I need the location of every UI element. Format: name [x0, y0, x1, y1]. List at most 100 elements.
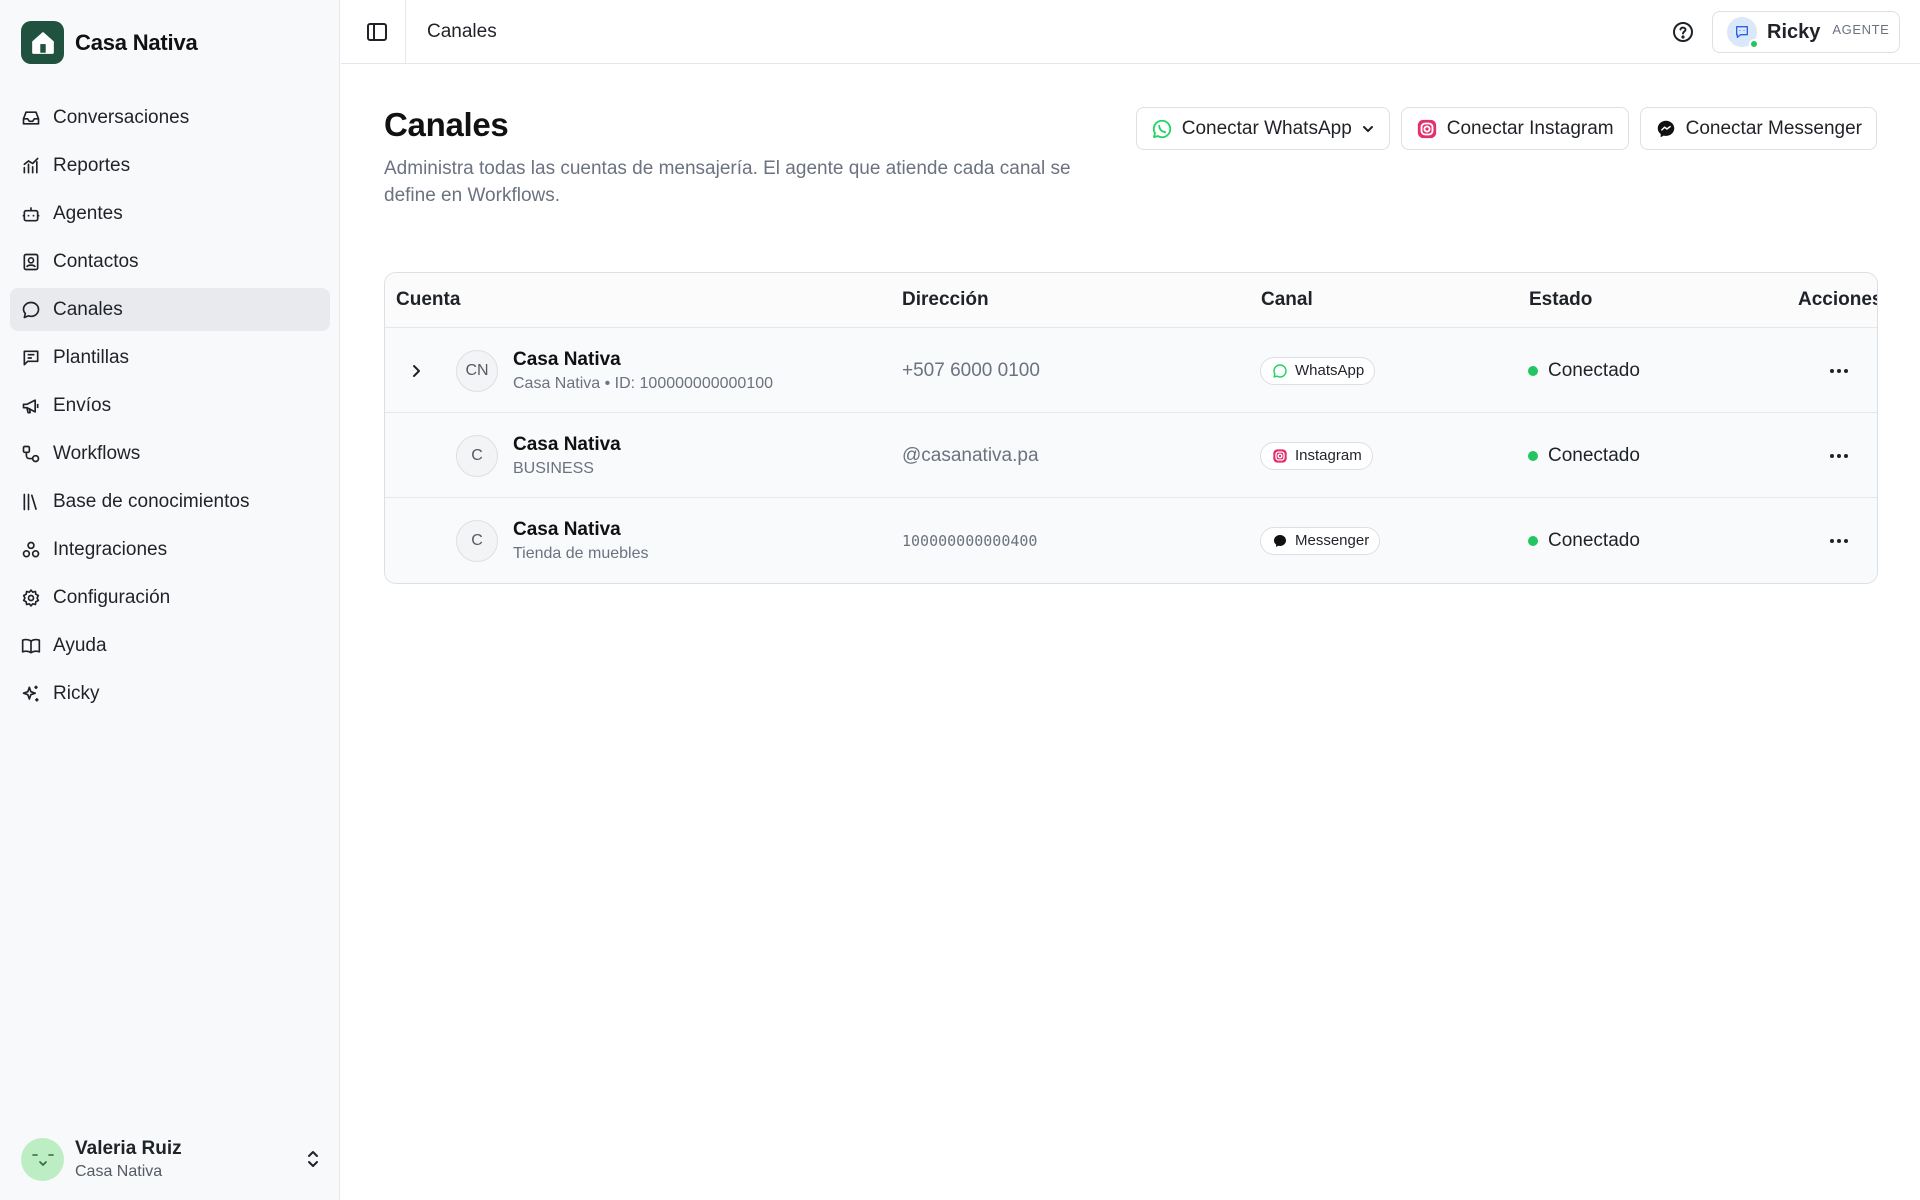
account-avatar: C — [456, 498, 498, 583]
channel-label: Messenger — [1295, 532, 1370, 549]
sidebar: Casa Nativa Conversaciones Reportes Agen… — [0, 0, 340, 1200]
channel-cell: WhatsApp — [1260, 328, 1376, 413]
topbar-divider — [405, 0, 406, 64]
instagram-icon — [1273, 448, 1287, 463]
book-icon — [21, 638, 41, 653]
channel-badge: Messenger — [1260, 526, 1381, 555]
user-menu[interactable]: Valeria Ruiz Casa Nativa — [21, 1135, 321, 1183]
connect-messenger-label: Conectar Messenger — [1685, 117, 1862, 139]
account-avatar: CN — [456, 328, 498, 413]
account-address: @casanativa.pa — [902, 444, 1039, 466]
connect-whatsapp-button[interactable]: Conectar WhatsApp — [1135, 107, 1390, 150]
sidebar-item-canales[interactable]: Canales — [10, 288, 330, 331]
sidebar-item-label: Configuración — [53, 586, 171, 608]
header-canal[interactable]: Canal — [1261, 289, 1313, 311]
page-title: Canales — [384, 106, 509, 143]
status-cell: Conectado — [1528, 413, 1640, 498]
status-dot — [1528, 365, 1538, 376]
avatar — [21, 1137, 64, 1181]
gear-icon — [22, 588, 40, 607]
sidebar-item-label: Workflows — [53, 442, 141, 464]
agent-role: AGENTE — [1832, 21, 1890, 37]
home-icon — [21, 21, 64, 64]
header-direccion[interactable]: Dirección — [902, 289, 989, 311]
sidebar-item-label: Canales — [53, 298, 123, 320]
sidebar-item-label: Ricky — [53, 682, 100, 704]
account-name: Casa Nativa — [513, 518, 621, 540]
sparkles-icon — [22, 685, 39, 701]
row-actions-button[interactable] — [1829, 498, 1849, 583]
sidebar-item-label: Envíos — [53, 394, 112, 416]
table-row[interactable]: C Casa Nativa Tienda de muebles 10000000… — [385, 498, 1877, 583]
account-name: Casa Nativa — [513, 348, 621, 370]
table-row[interactable]: CN Casa Nativa Casa Nativa • ID: 1000000… — [385, 328, 1877, 413]
sidebar-item-ricky[interactable]: Ricky — [10, 672, 330, 715]
sidebar-item-agentes[interactable]: Agentes — [10, 192, 330, 235]
channel-badge: WhatsApp — [1260, 356, 1376, 385]
sidebar-item-contactos[interactable]: Contactos — [10, 240, 330, 283]
row-actions-button[interactable] — [1829, 413, 1849, 498]
agent-name: Ricky — [1767, 20, 1821, 43]
template-icon — [23, 350, 39, 365]
sidebar-item-conversaciones[interactable]: Conversaciones — [10, 96, 330, 139]
sidebar-item-workflows[interactable]: Workflows — [10, 432, 330, 475]
table-header: Cuenta Dirección Canal Estado Acciones — [385, 273, 1877, 328]
messenger-icon — [1657, 120, 1674, 137]
sidebar-item-base-de-conocimientos[interactable]: Base de conocimientos — [10, 480, 330, 523]
help-icon[interactable] — [1671, 20, 1695, 44]
sidebar-item-envios[interactable]: Envíos — [10, 384, 330, 427]
connect-messenger-button[interactable]: Conectar Messenger — [1639, 107, 1877, 150]
sidebar-item-label: Plantillas — [53, 346, 130, 368]
account-avatar: C — [456, 413, 498, 498]
channel-cell: Instagram — [1260, 413, 1373, 498]
inbox-icon — [22, 110, 40, 125]
account-address: 100000000000400 — [902, 531, 1038, 550]
connect-instagram-button[interactable]: Conectar Instagram — [1400, 107, 1629, 150]
instagram-icon — [1417, 119, 1436, 138]
connect-instagram-label: Conectar Instagram — [1446, 117, 1614, 139]
status-cell: Conectado — [1528, 498, 1640, 583]
agent-switcher[interactable]: Ricky AGENTE — [1712, 11, 1900, 53]
brand[interactable]: Casa Nativa — [21, 21, 198, 64]
header-acciones: Acciones — [1798, 289, 1878, 310]
table-row[interactable]: C Casa Nativa BUSINESS @casanativa.pa In… — [385, 413, 1877, 498]
status-badge: Conectado — [1548, 444, 1640, 466]
chevron-up-down-icon[interactable] — [305, 1149, 321, 1169]
channel-badge: Instagram — [1260, 441, 1373, 470]
chat-bubble-icon — [22, 301, 40, 318]
workflow-icon — [22, 445, 40, 462]
sidebar-item-integraciones[interactable]: Integraciones — [10, 528, 330, 571]
sidebar-toggle-icon[interactable] — [365, 20, 389, 44]
sidebar-item-label: Contactos — [53, 250, 139, 272]
header-estado[interactable]: Estado — [1529, 289, 1592, 311]
sidebar-item-label: Ayuda — [53, 634, 107, 656]
chevron-right-icon — [413, 364, 420, 377]
status-dot — [1528, 450, 1538, 461]
whatsapp-icon — [1152, 119, 1171, 138]
connect-whatsapp-label: Conectar WhatsApp — [1181, 117, 1352, 139]
sidebar-nav: Conversaciones Reportes Agentes Contacto… — [10, 96, 330, 720]
row-actions-button[interactable] — [1829, 328, 1849, 413]
more-horizontal-icon — [1830, 538, 1848, 543]
sidebar-item-configuracion[interactable]: Configuración — [10, 576, 330, 619]
sidebar-item-reportes[interactable]: Reportes — [10, 144, 330, 187]
sidebar-item-label: Conversaciones — [53, 106, 190, 128]
account-subtitle: Tienda de muebles — [513, 544, 649, 562]
account-initials: C — [456, 434, 498, 477]
whatsapp-icon — [1273, 363, 1287, 378]
sidebar-item-plantillas[interactable]: Plantillas — [10, 336, 330, 379]
expand-row-button[interactable] — [407, 328, 431, 413]
library-icon — [23, 493, 37, 510]
sidebar-item-label: Base de conocimientos — [53, 490, 250, 512]
chart-icon — [23, 157, 39, 173]
user-info: Valeria Ruiz Casa Nativa — [75, 1138, 294, 1181]
messenger-icon — [1274, 534, 1286, 547]
status-badge: Conectado — [1548, 359, 1640, 381]
account-subtitle: Casa Nativa • ID: 100000000000100 — [513, 374, 774, 392]
chevron-down-icon — [1362, 125, 1373, 132]
header-cuenta[interactable]: Cuenta — [396, 289, 460, 311]
account-info: Casa Nativa Tienda de muebles — [513, 498, 649, 583]
channel-label: Instagram — [1295, 447, 1362, 464]
contact-icon — [23, 253, 39, 270]
sidebar-item-ayuda[interactable]: Ayuda — [10, 624, 330, 667]
